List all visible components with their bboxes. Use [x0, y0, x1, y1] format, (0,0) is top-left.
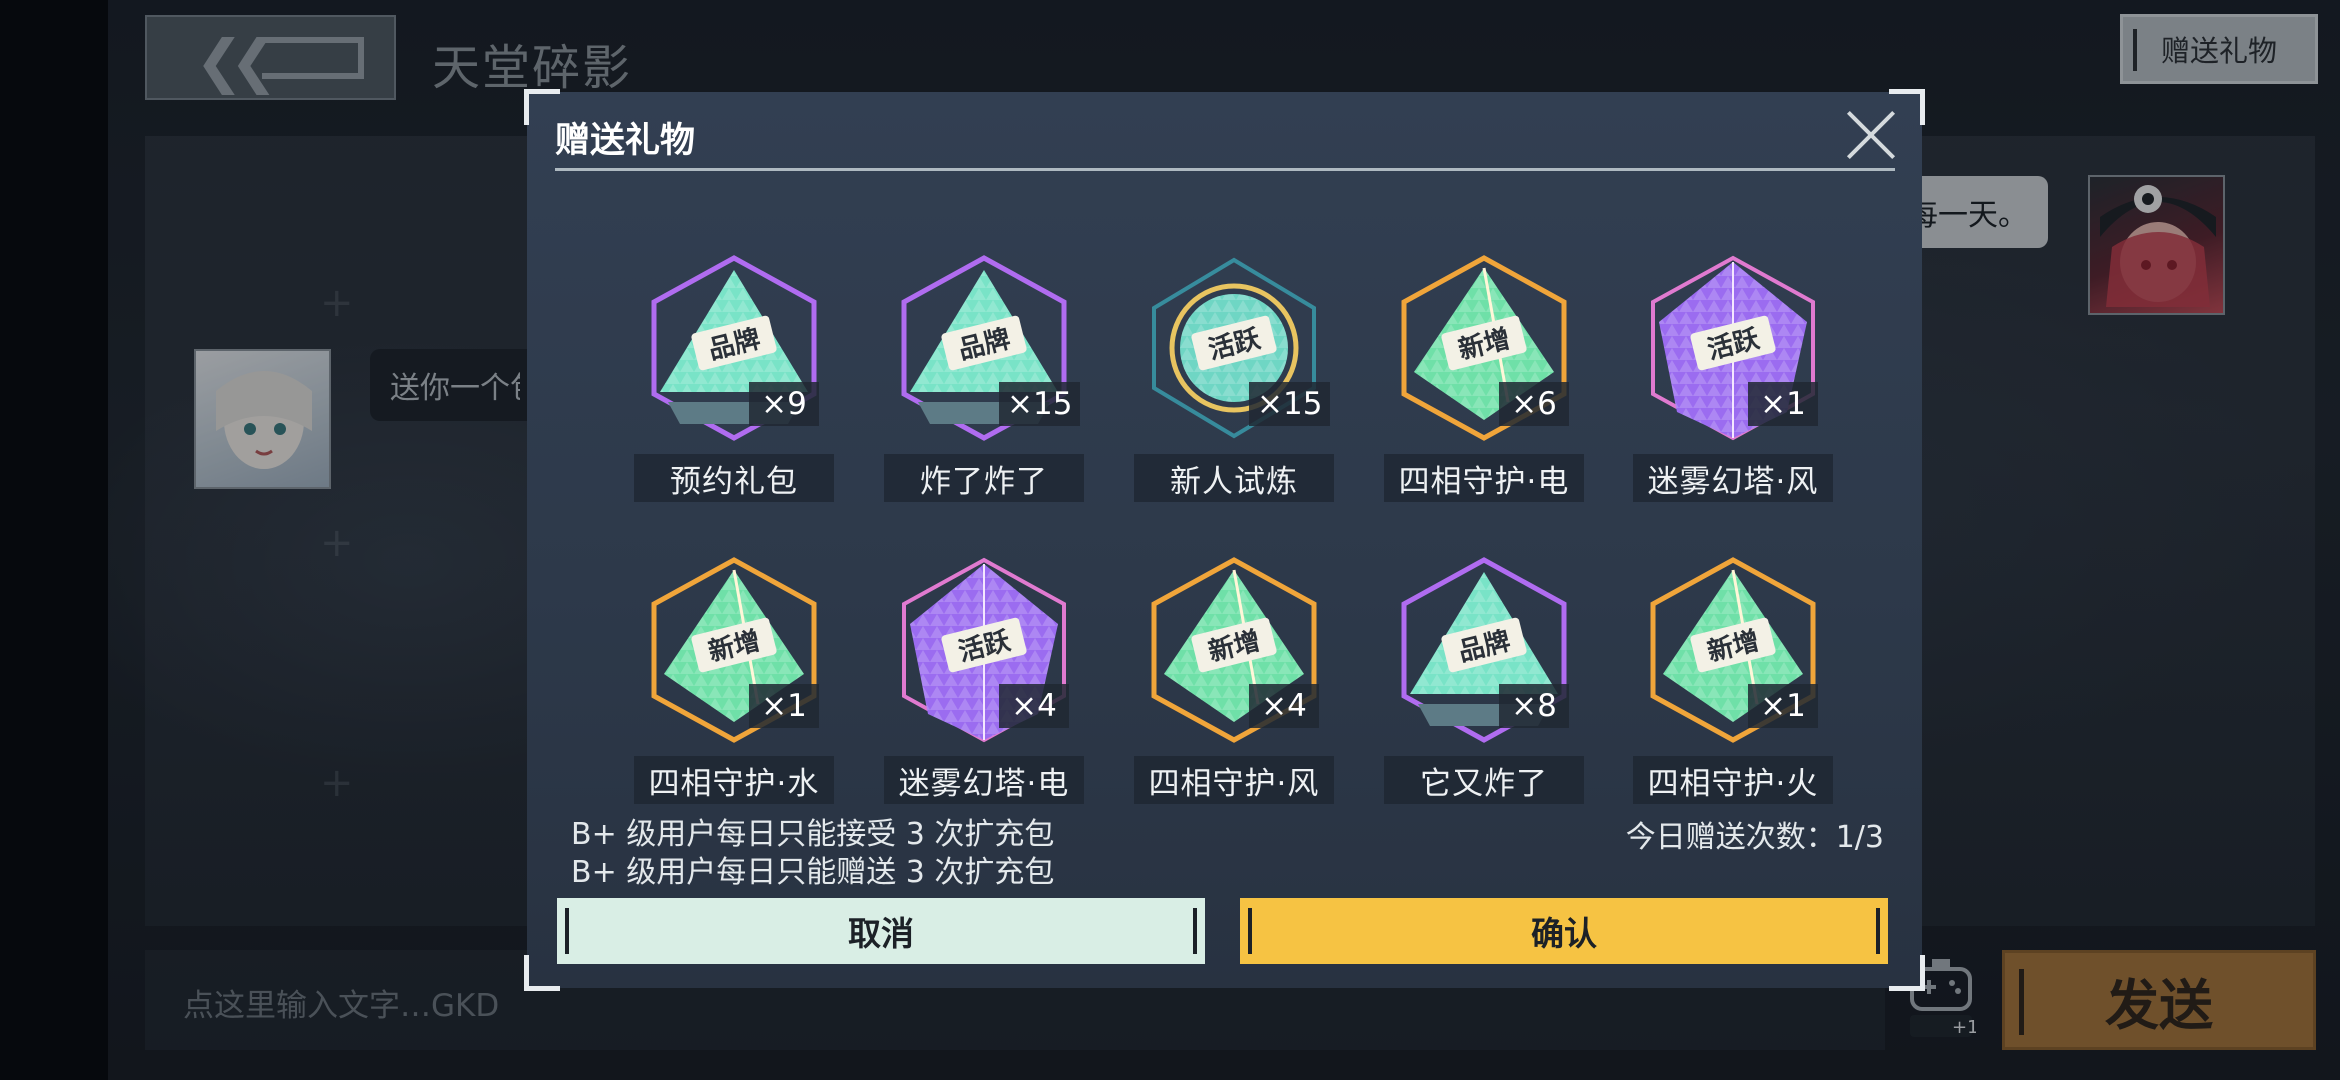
gift-name: 四相守护·风 [1134, 756, 1334, 804]
gift-count: ×1 [1748, 684, 1818, 728]
gift-count: ×9 [749, 382, 819, 426]
gift-name: 迷雾幻塔·电 [884, 756, 1084, 804]
gift-item[interactable]: 新增 ×1 四相守护·水 [630, 554, 838, 804]
gift-item[interactable]: 活跃 ×15 新人试炼 [1130, 252, 1338, 502]
gift-dialog: 赠送礼物 品牌 ×9 预约礼包 品牌 ×15 炸了炸了 活跃 ×15 新人试炼 … [524, 89, 1925, 991]
gift-count: ×4 [1249, 684, 1319, 728]
gift-item[interactable]: 活跃 ×4 迷雾幻塔·电 [880, 554, 1088, 804]
gift-count: ×15 [999, 382, 1081, 426]
gift-item[interactable]: 活跃 ×1 迷雾幻塔·风 [1629, 252, 1837, 502]
gift-name: 四相守护·水 [634, 756, 834, 804]
gift-count: ×6 [1499, 382, 1569, 426]
gift-count: ×1 [749, 684, 819, 728]
cancel-button[interactable]: 取消 [557, 898, 1205, 964]
gift-item[interactable]: 品牌 ×8 它又炸了 [1380, 554, 1588, 804]
gift-count: ×15 [1249, 382, 1331, 426]
daily-gift-count: 今日赠送次数：1/3 [1625, 820, 1884, 855]
close-button[interactable] [1843, 107, 1899, 163]
dialog-divider [555, 168, 1895, 171]
gift-name: 四相守护·电 [1384, 454, 1584, 502]
gift-item[interactable]: 新增 ×1 四相守护·火 [1629, 554, 1837, 804]
send-limit-notice: B+ 级用户每日只能赠送 3 次扩充包 [571, 855, 1055, 890]
gift-item[interactable]: 品牌 ×9 预约礼包 [630, 252, 838, 502]
gift-count: ×8 [1499, 684, 1569, 728]
gift-item[interactable]: 新增 ×6 四相守护·电 [1380, 252, 1588, 502]
gift-name: 新人试炼 [1134, 454, 1334, 502]
gift-count: ×1 [1748, 382, 1818, 426]
corner-bracket [524, 955, 560, 991]
gift-name: 炸了炸了 [884, 454, 1084, 502]
gift-name: 四相守护·火 [1633, 756, 1833, 804]
gift-item[interactable]: 新增 ×4 四相守护·风 [1130, 554, 1338, 804]
corner-bracket [1889, 955, 1925, 991]
gift-name: 它又炸了 [1384, 756, 1584, 804]
gift-count: ×4 [999, 684, 1069, 728]
gift-name: 预约礼包 [634, 454, 834, 502]
dialog-title: 赠送礼物 [555, 121, 696, 161]
confirm-button[interactable]: 确认 [1240, 898, 1888, 964]
gift-name: 迷雾幻塔·风 [1633, 454, 1833, 502]
gift-item[interactable]: 品牌 ×15 炸了炸了 [880, 252, 1088, 502]
